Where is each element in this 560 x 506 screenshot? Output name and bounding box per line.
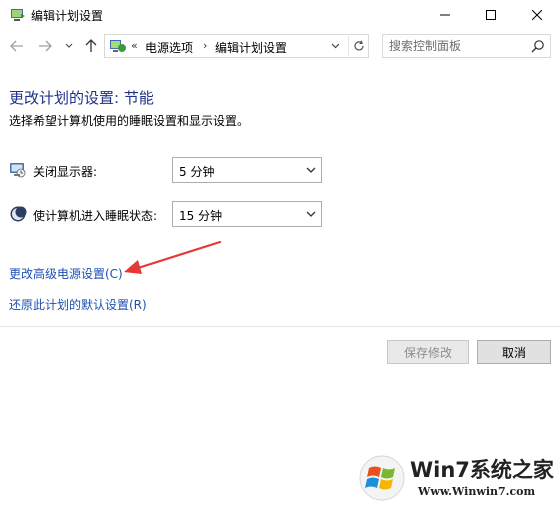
chevron-down-icon — [306, 211, 316, 217]
watermark: Win7系统之家 Www.Winwin7.com — [358, 452, 560, 506]
sleep-value: 15 分钟 — [179, 209, 223, 223]
display-off-select[interactable]: 5 分钟 — [172, 157, 322, 183]
sleep-select[interactable]: 15 分钟 — [172, 201, 322, 227]
refresh-button[interactable] — [348, 36, 368, 56]
display-off-setting: 关闭显示器: 5 分钟 — [9, 157, 329, 183]
power-options-icon — [11, 9, 25, 21]
page-description: 选择希望计算机使用的睡眠设置和显示设置。 — [9, 114, 250, 128]
refresh-icon — [353, 40, 364, 51]
breadcrumb-power-options[interactable]: 电源选项 — [145, 39, 193, 56]
address-bar[interactable]: « 电源选项 › 编辑计划设置 — [104, 34, 369, 58]
navigation-bar: « 电源选项 › 编辑计划设置 — [0, 30, 560, 62]
annotation-arrow-icon — [124, 240, 222, 274]
maximize-button[interactable] — [468, 0, 514, 30]
windows-logo-icon — [359, 455, 405, 501]
title-bar: 编辑计划设置 — [0, 0, 560, 30]
restore-defaults-link[interactable]: 还原此计划的默认设置(R) — [9, 296, 147, 313]
display-off-value: 5 分钟 — [179, 165, 215, 179]
sleep-setting: 使计算机进入睡眠状态: 15 分钟 — [9, 201, 329, 227]
maximize-icon — [486, 10, 496, 20]
address-dropdown-button[interactable] — [327, 38, 343, 54]
up-arrow-icon — [85, 39, 97, 52]
search-icon[interactable] — [531, 39, 545, 53]
back-arrow-icon — [10, 40, 23, 52]
close-icon — [532, 10, 542, 20]
chevron-down-icon — [306, 167, 316, 173]
recent-locations-button[interactable] — [60, 37, 78, 55]
sleep-label: 使计算机进入睡眠状态: — [33, 209, 158, 223]
breadcrumb-edit-plan[interactable]: 编辑计划设置 — [215, 39, 287, 56]
window-title: 编辑计划设置 — [31, 9, 104, 23]
cancel-button[interactable]: 取消 — [477, 340, 551, 364]
display-off-label: 关闭显示器: — [33, 165, 98, 179]
breadcrumb-separator[interactable]: › — [203, 39, 207, 52]
page-title: 更改计划的设置: 节能 — [9, 89, 154, 107]
chevron-down-icon — [65, 43, 73, 48]
footer-divider — [0, 326, 560, 327]
back-button[interactable] — [8, 37, 26, 55]
close-button[interactable] — [514, 0, 560, 30]
monitor-icon — [10, 163, 26, 178]
breadcrumb-overflow[interactable]: « — [131, 39, 138, 52]
chevron-down-icon — [331, 43, 339, 49]
forward-button[interactable] — [36, 37, 54, 55]
search-input[interactable] — [389, 38, 529, 54]
forward-arrow-icon — [39, 40, 52, 52]
save-changes-button[interactable]: 保存修改 — [387, 340, 469, 364]
advanced-power-settings-link[interactable]: 更改高级电源设置(C) — [9, 265, 123, 282]
control-panel-icon — [110, 40, 126, 52]
up-button[interactable] — [82, 37, 100, 55]
search-box[interactable] — [382, 34, 551, 58]
watermark-url: Www.Winwin7.com — [418, 485, 536, 498]
minimize-icon — [440, 14, 450, 16]
minimize-button[interactable] — [422, 0, 468, 30]
moon-sleep-icon — [10, 206, 27, 222]
watermark-title: Win7系统之家 — [410, 458, 554, 482]
